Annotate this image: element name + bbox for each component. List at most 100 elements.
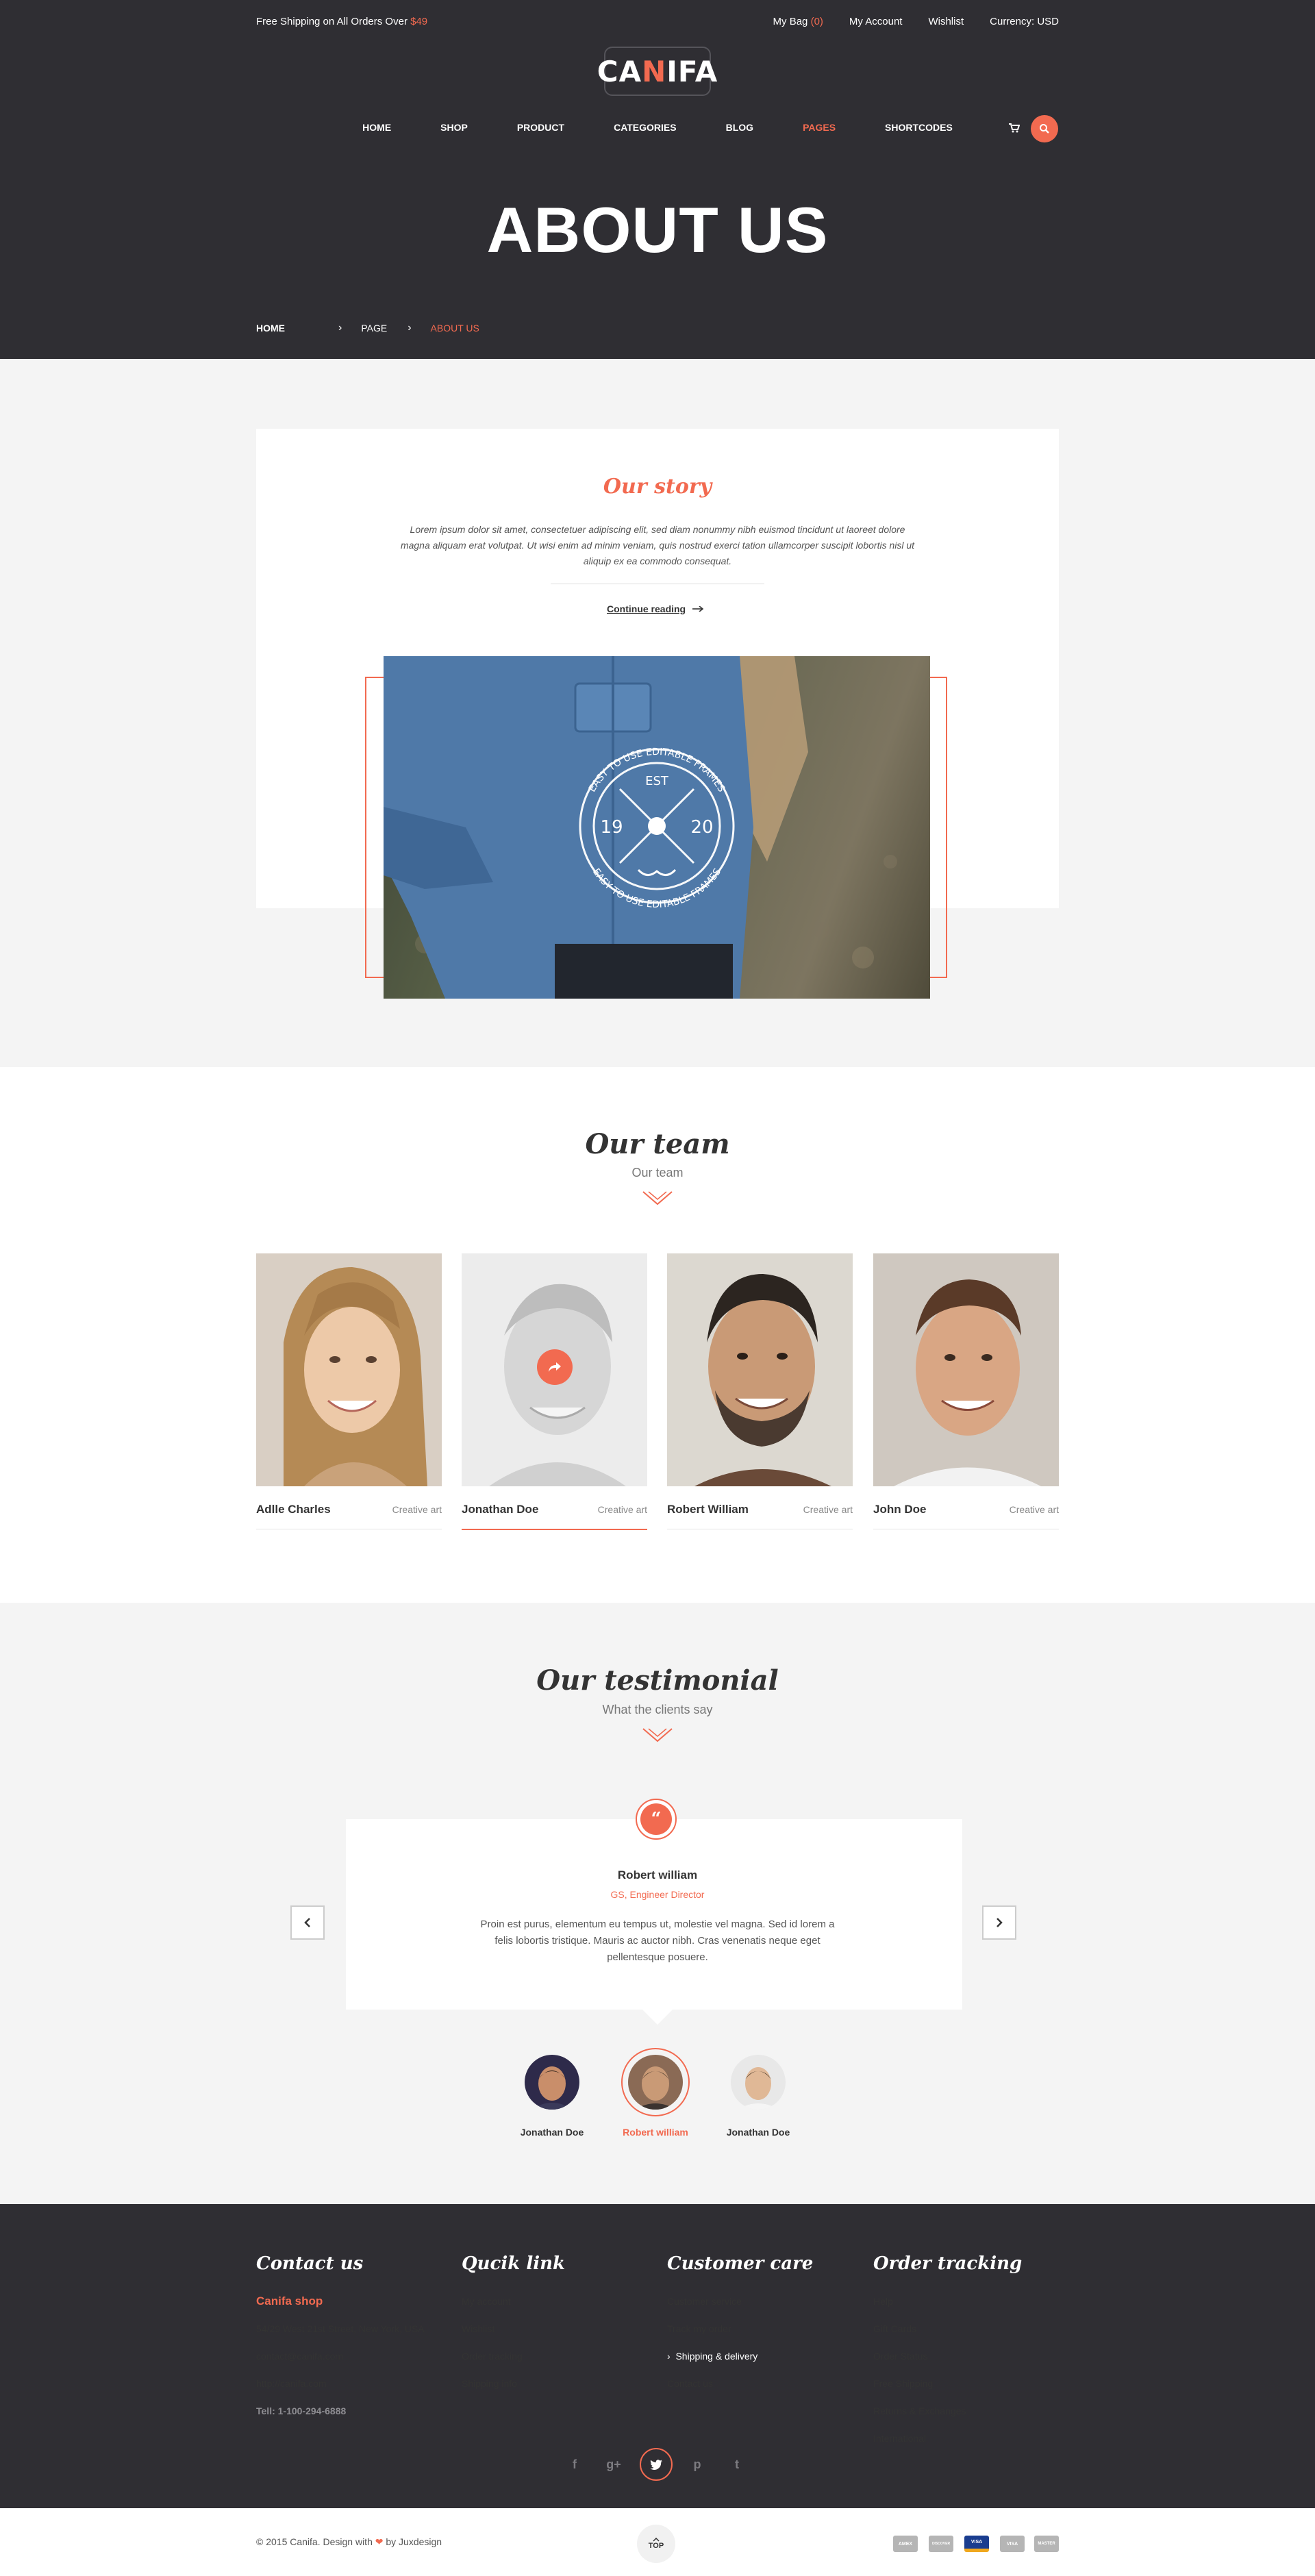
badge-est-text: EST	[645, 774, 669, 788]
client-name-active: Robert william	[623, 2127, 688, 2138]
back-to-top-button[interactable]: TOP	[637, 2525, 675, 2563]
search-button[interactable]	[1031, 115, 1058, 142]
discover-icon: DISCOVER	[929, 2536, 953, 2552]
continue-reading-link[interactable]: Continue reading	[607, 603, 704, 614]
team-title: Our team	[585, 1128, 730, 1160]
nav-product[interactable]: PRODUCT	[517, 122, 564, 133]
footer-link[interactable]: Help	[873, 2294, 1022, 2322]
client-avatar-active[interactable]	[628, 2055, 683, 2110]
footer-link[interactable]: Free Shipping	[873, 2377, 1022, 2404]
chevron-right-icon: ›	[408, 322, 412, 334]
member-name: Adlle Charles	[256, 1503, 331, 1516]
shop-phone: Tell: 1-100-294-6888	[256, 2405, 347, 2416]
footer-link[interactable]: Order tracking	[462, 2349, 565, 2377]
cart-icon[interactable]	[1009, 123, 1020, 133]
footer-link[interactable]: Returns & Exchanges	[873, 2404, 1022, 2431]
shop-address: 54/29 West 21st Street, New York, USA	[256, 2323, 425, 2334]
chevron-right-icon: ›	[338, 322, 342, 334]
badge-year-right: 20	[690, 817, 713, 838]
testimonial-pointer	[642, 2010, 673, 2025]
quote-icon: “	[636, 1799, 677, 1840]
shop-email[interactable]: contact@canifa.com	[256, 2349, 425, 2377]
testimonial-subtitle: What the clients say	[602, 1703, 713, 1716]
footer-link[interactable]: Shipping info	[462, 2377, 565, 2404]
testimonial-title: Our testimonial	[536, 1664, 779, 1697]
twitter-icon[interactable]	[640, 2448, 673, 2481]
footer-link[interactable]: Gift Cards	[873, 2322, 1022, 2349]
heart-icon: ❤	[375, 2536, 384, 2547]
client-avatar[interactable]	[525, 2055, 579, 2110]
pinterest-icon[interactable]: p	[681, 2448, 714, 2481]
chevron-down-icon	[642, 1728, 673, 1742]
main-nav: HOME SHOP PRODUCT CATEGORIES BLOG PAGES …	[0, 122, 1315, 133]
share-icon	[549, 1362, 561, 1372]
next-testimonial-button[interactable]	[982, 1905, 1016, 1940]
nav-shop[interactable]: SHOP	[440, 122, 468, 133]
footer-link-active[interactable]: › Shipping & delivery	[667, 2349, 813, 2377]
team-member-card[interactable]: Robert William Creative art	[667, 1253, 853, 1529]
member-name: Jonathan Doe	[462, 1503, 539, 1516]
footer-contact: Contact us Canifa shop 54/29 West 21st S…	[256, 2253, 425, 2431]
tumblr-icon[interactable]: t	[721, 2448, 753, 2481]
share-button[interactable]	[537, 1349, 573, 1385]
team-member-card[interactable]: Jonathan Doe Creative art	[462, 1253, 647, 1530]
breadcrumb-page[interactable]: PAGE	[361, 323, 387, 334]
footer-link[interactable]: Customer service	[667, 2294, 813, 2322]
breadcrumb-home[interactable]: HOME	[256, 323, 285, 334]
shop-website[interactable]: http://canifa.com	[256, 2377, 425, 2404]
footer-heading: Customer care	[667, 2253, 814, 2274]
chevron-right-icon: ›	[667, 2351, 676, 2362]
logo[interactable]: CA N IFA	[597, 47, 717, 96]
my-bag-link[interactable]: My Bag (0)	[773, 16, 823, 27]
free-shipping-notice: Free Shipping on All Orders Over $49	[256, 15, 428, 27]
google-plus-icon[interactable]: g+	[597, 2448, 630, 2481]
chevron-right-icon	[997, 1918, 1003, 1927]
my-account-link[interactable]: My Account	[849, 16, 903, 27]
footer-quick-links: Qucik link My account Wishlist Order tra…	[462, 2253, 565, 2404]
member-name: John Doe	[873, 1503, 927, 1516]
nav-home[interactable]: HOME	[362, 122, 391, 133]
member-photo	[667, 1253, 853, 1486]
search-icon	[1040, 124, 1049, 134]
badge-year-left: 19	[600, 817, 623, 838]
prev-testimonial-button[interactable]	[290, 1905, 325, 1940]
footer-heading: Qucik link	[462, 2253, 565, 2274]
member-role: Creative art	[392, 1504, 442, 1515]
nav-shortcodes[interactable]: SHORTCODES	[885, 122, 953, 133]
testimonial-name: Robert william	[617, 1868, 698, 1881]
testimonial-role: GS, Engineer Director	[610, 1889, 705, 1900]
amex-icon: AMEX	[893, 2536, 918, 2552]
wishlist-link[interactable]: Wishlist	[928, 16, 964, 27]
visa-gray-icon: VISA	[1000, 2536, 1025, 2552]
footer-link[interactable]: Track my order	[667, 2322, 813, 2349]
team-member-card[interactable]: John Doe Creative art	[873, 1253, 1059, 1529]
member-role: Creative art	[1009, 1504, 1059, 1515]
nav-categories[interactable]: CATEGORIES	[614, 122, 677, 133]
footer-link[interactable]: International	[873, 2431, 1022, 2459]
topbar: Free Shipping on All Orders Over $49 My …	[256, 12, 1059, 30]
client-avatar[interactable]	[731, 2055, 786, 2110]
member-name: Robert William	[667, 1503, 749, 1516]
footer-order-tracking: Order tracking Help Gift Cards Order Sta…	[873, 2253, 1022, 2459]
member-photo	[256, 1253, 442, 1486]
arrow-right-icon	[692, 606, 704, 612]
chevron-down-icon	[642, 1191, 673, 1205]
copyright: © 2015 Canifa. Design with ❤ by Juxdesig…	[256, 2536, 442, 2547]
footer-link[interactable]: My account	[462, 2294, 565, 2322]
member-photo	[462, 1253, 647, 1486]
story-title: Our story	[603, 475, 712, 499]
currency-selector[interactable]: Currency: USD	[990, 16, 1059, 27]
visa-icon: VISA	[964, 2536, 989, 2552]
testimonial-text: Proin est purus, elementum eu tempus ut,…	[480, 1918, 835, 1963]
member-photo	[873, 1253, 1059, 1486]
facebook-icon[interactable]: f	[558, 2448, 591, 2481]
nav-pages[interactable]: PAGES	[803, 122, 836, 133]
footer-link[interactable]: Contact us	[667, 2377, 813, 2404]
client-name: Jonathan Doe	[726, 2127, 790, 2138]
mastercard-icon: MASTER	[1034, 2536, 1059, 2552]
nav-blog[interactable]: BLOG	[726, 122, 753, 133]
footer-heading: Order tracking	[873, 2253, 1023, 2274]
team-member-card[interactable]: Adlle Charles Creative art	[256, 1253, 442, 1529]
footer-link[interactable]: Order Status	[873, 2349, 1022, 2377]
footer-link[interactable]: Wishlist	[462, 2322, 565, 2349]
